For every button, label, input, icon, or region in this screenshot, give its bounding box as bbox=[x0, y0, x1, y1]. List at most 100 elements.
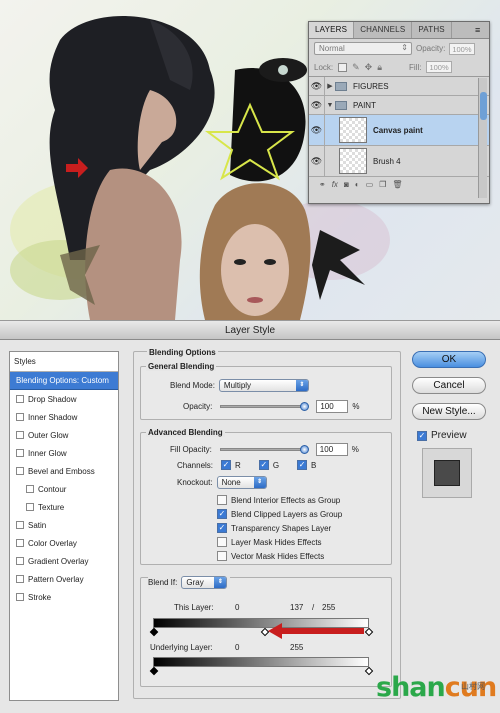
slider-knob[interactable] bbox=[299, 445, 309, 454]
layer-row-canvas-paint[interactable]: 👁︎ Canvas paint bbox=[309, 115, 489, 146]
style-checkbox[interactable] bbox=[16, 539, 24, 547]
fill-opacity-input[interactable]: 100 bbox=[315, 443, 348, 456]
opacity-label: Opacity: bbox=[183, 402, 213, 411]
eye-icon[interactable]: 👁︎ bbox=[309, 77, 325, 95]
lock-all-icon[interactable]: 🔒︎ bbox=[377, 62, 382, 73]
expand-arrow-icon[interactable]: ▼ bbox=[325, 102, 335, 109]
style-label: Color Overlay bbox=[28, 538, 77, 548]
style-checkbox[interactable] bbox=[16, 521, 24, 529]
channel-g-checkbox[interactable]: ✓ bbox=[258, 460, 269, 470]
blend-interior-checkbox[interactable] bbox=[217, 495, 227, 505]
style-checkbox[interactable] bbox=[16, 431, 24, 439]
cancel-button[interactable]: Cancel bbox=[412, 377, 486, 394]
lock-position-icon[interactable]: ✥ bbox=[365, 62, 373, 73]
lock-image-icon[interactable]: ✎ bbox=[352, 62, 360, 73]
adjustment-icon[interactable]: ◐ bbox=[355, 180, 360, 189]
style-checkbox[interactable] bbox=[16, 413, 24, 421]
style-inner-glow[interactable]: Inner Glow bbox=[10, 444, 118, 462]
channel-b-checkbox[interactable]: ✓ bbox=[297, 460, 308, 470]
style-checkbox[interactable] bbox=[16, 467, 24, 475]
style-color-overlay[interactable]: Color Overlay bbox=[10, 534, 118, 552]
layers-toolbar: ⚭ fx ◙ ◐ ▭ ❐ 🗑︎ bbox=[309, 177, 489, 191]
style-checkbox[interactable] bbox=[26, 503, 34, 511]
fill-opacity-label: Fill Opacity: bbox=[170, 445, 212, 454]
panel-menu-icon[interactable]: ≡ bbox=[475, 22, 489, 38]
vector-mask-hides-checkbox[interactable] bbox=[217, 551, 227, 561]
fx-icon[interactable]: fx bbox=[332, 180, 338, 189]
tab-channels[interactable]: CHANNELS bbox=[354, 22, 413, 38]
knockout-value: None bbox=[221, 478, 241, 487]
tab-layers[interactable]: LAYERS bbox=[309, 22, 355, 38]
style-preview-swatch bbox=[422, 448, 472, 498]
eye-icon[interactable]: 👁︎ bbox=[309, 146, 325, 176]
trash-icon[interactable]: 🗑︎ bbox=[392, 180, 402, 189]
dropdown-arrows-icon: ⇕ bbox=[214, 577, 227, 588]
style-contour[interactable]: Contour bbox=[10, 480, 118, 498]
style-drop-shadow[interactable]: Drop Shadow bbox=[10, 390, 118, 408]
collapse-arrow-icon[interactable]: ▶ bbox=[325, 82, 335, 90]
style-outer-glow[interactable]: Outer Glow bbox=[10, 426, 118, 444]
styles-header[interactable]: Styles bbox=[10, 352, 118, 372]
knockout-label: Knockout: bbox=[177, 478, 213, 487]
style-stroke[interactable]: Stroke bbox=[10, 588, 118, 606]
underlying-low-value: 0 bbox=[235, 643, 240, 652]
option-label: Blend Clipped Layers as Group bbox=[231, 509, 343, 519]
style-checkbox[interactable] bbox=[16, 575, 24, 583]
transparency-shapes-checkbox[interactable]: ✓ bbox=[217, 523, 227, 533]
lock-transparent-icon[interactable] bbox=[338, 62, 348, 72]
style-checkbox[interactable] bbox=[16, 449, 24, 457]
style-inner-shadow[interactable]: Inner Shadow bbox=[10, 408, 118, 426]
style-label: Outer Glow bbox=[28, 430, 69, 440]
slider-knob[interactable] bbox=[300, 402, 310, 411]
eye-icon[interactable]: 👁︎ bbox=[309, 115, 325, 145]
layer-row-paint[interactable]: 👁︎ ▼ PAINT bbox=[309, 96, 489, 115]
style-checkbox[interactable] bbox=[26, 485, 34, 493]
link-icon[interactable]: ⚭ bbox=[319, 180, 326, 189]
blend-clipped-checkbox[interactable]: ✓ bbox=[217, 509, 227, 519]
ok-button[interactable]: OK bbox=[412, 351, 486, 368]
new-layer-icon[interactable]: ❐ bbox=[379, 180, 386, 189]
opacity-input[interactable]: 100 bbox=[316, 400, 349, 413]
style-label: Bevel and Emboss bbox=[28, 466, 95, 476]
fill-opacity-slider[interactable] bbox=[219, 445, 309, 454]
style-bevel-emboss[interactable]: Bevel and Emboss bbox=[10, 462, 118, 480]
layer-row-brush-4[interactable]: 👁︎ Brush 4 bbox=[309, 146, 489, 177]
style-gradient-overlay[interactable]: Gradient Overlay bbox=[10, 552, 118, 570]
channel-b-label: B bbox=[311, 460, 317, 470]
tab-paths[interactable]: PATHS bbox=[412, 22, 452, 38]
style-checkbox[interactable] bbox=[16, 395, 24, 403]
option-label: Vector Mask Hides Effects bbox=[231, 551, 325, 561]
option-label: Transparency Shapes Layer bbox=[231, 523, 332, 533]
layer-row-figures[interactable]: 👁︎ ▶ FIGURES bbox=[309, 77, 489, 96]
blend-mode-select[interactable]: Normal ⇕ bbox=[314, 42, 412, 55]
new-style-button[interactable]: New Style... bbox=[412, 403, 486, 420]
fill-label: Fill: bbox=[409, 62, 422, 72]
layer-mask-hides-checkbox[interactable] bbox=[217, 537, 227, 547]
folder-icon bbox=[335, 81, 347, 91]
eye-icon[interactable]: 👁︎ bbox=[309, 96, 325, 114]
group-icon[interactable]: ▭ bbox=[366, 180, 374, 189]
opacity-slider[interactable] bbox=[220, 402, 310, 411]
mask-icon[interactable]: ◙ bbox=[344, 180, 349, 189]
channel-g-label: G bbox=[272, 460, 280, 470]
blend-if-dropdown[interactable]: Gray ⇕ bbox=[181, 576, 228, 589]
style-satin[interactable]: Satin bbox=[10, 516, 118, 534]
layers-scrollbar[interactable] bbox=[478, 78, 487, 198]
this-layer-split-value: 137 bbox=[290, 603, 304, 612]
style-label: Drop Shadow bbox=[28, 394, 77, 404]
blend-mode-value: Normal bbox=[319, 44, 345, 53]
style-checkbox[interactable] bbox=[16, 557, 24, 565]
style-blending-options[interactable]: Blending Options: Custom bbox=[10, 372, 118, 390]
preview-checkbox[interactable]: ✓ bbox=[417, 430, 427, 441]
blend-mode-dropdown[interactable]: Multiply ⇕ bbox=[218, 379, 309, 392]
style-texture[interactable]: Texture bbox=[10, 498, 118, 516]
knockout-dropdown[interactable]: None ⇕ bbox=[216, 476, 267, 489]
opacity-field[interactable]: 100% bbox=[449, 42, 476, 55]
fill-field[interactable]: 100% bbox=[426, 61, 453, 73]
style-label: Pattern Overlay bbox=[28, 574, 84, 584]
channel-r-checkbox[interactable]: ✓ bbox=[221, 460, 232, 470]
style-checkbox[interactable] bbox=[16, 593, 24, 601]
advanced-blending-title: Advanced Blending bbox=[146, 428, 225, 437]
dropdown-arrows-icon: ⇕ bbox=[253, 477, 266, 488]
style-pattern-overlay[interactable]: Pattern Overlay bbox=[10, 570, 118, 588]
